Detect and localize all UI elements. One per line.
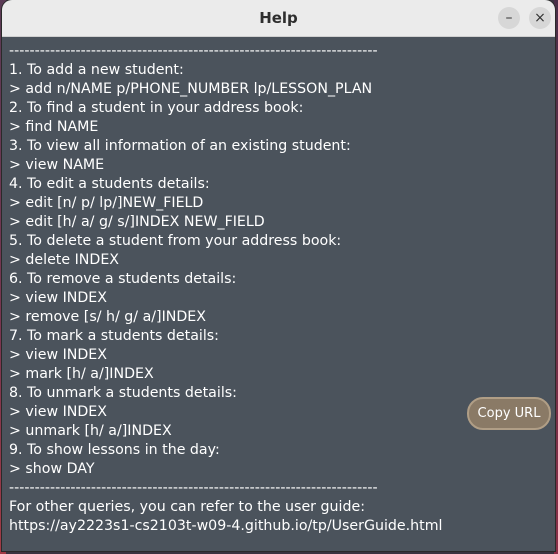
minimize-icon: – — [505, 10, 513, 26]
help-line: > view INDEX — [9, 347, 107, 363]
help-line: For other queries, you can refer to the … — [9, 499, 365, 515]
help-line: 6. To remove a students details: — [9, 271, 237, 287]
minimize-button[interactable]: – — [498, 7, 520, 29]
window-title: Help — [259, 9, 298, 27]
help-line: > view INDEX — [9, 404, 107, 420]
copy-url-button[interactable]: Copy URL — [467, 397, 551, 430]
help-message: ----------------------------------------… — [9, 42, 469, 536]
help-line: ----------------------------------------… — [9, 480, 378, 496]
help-line: > add n/NAME p/PHONE_NUMBER lp/LESSON_PL… — [9, 81, 373, 97]
help-line: > edit [n/ p/ lp/]NEW_FIELD — [9, 195, 204, 211]
help-line: > view INDEX — [9, 290, 107, 306]
close-icon: × — [534, 10, 546, 26]
help-line: > view NAME — [9, 157, 105, 173]
help-line: > edit [h/ a/ g/ s/]INDEX NEW_FIELD — [9, 214, 265, 230]
help-line: > delete INDEX — [9, 252, 120, 268]
help-line: ----------------------------------------… — [9, 43, 378, 59]
help-line: 9. To show lessons in the day: — [9, 442, 220, 458]
close-button[interactable]: × — [529, 7, 551, 29]
help-window: Help – × -------------------------------… — [2, 0, 555, 551]
help-line: 5. To delete a student from your address… — [9, 233, 342, 249]
title-bar[interactable]: Help – × — [2, 0, 555, 37]
help-line: 1. To add a new student: — [9, 62, 184, 78]
help-line: https://ay2223s1-cs2103t-w09-4.github.io… — [9, 518, 443, 534]
help-line: 2. To find a student in your address boo… — [9, 100, 304, 116]
help-line: > unmark [h/ a/]INDEX — [9, 423, 172, 439]
help-line: 7. To mark a students details: — [9, 328, 219, 344]
help-line: > show DAY — [9, 461, 95, 477]
help-line: > mark [h/ a/]INDEX — [9, 366, 154, 382]
help-line: > remove [s/ h/ g/ a/]INDEX — [9, 309, 206, 325]
help-line: 4. To edit a students details: — [9, 176, 210, 192]
help-line: > find NAME — [9, 119, 99, 135]
help-line: 8. To unmark a students details: — [9, 385, 237, 401]
help-line: 3. To view all information of an existin… — [9, 138, 351, 154]
